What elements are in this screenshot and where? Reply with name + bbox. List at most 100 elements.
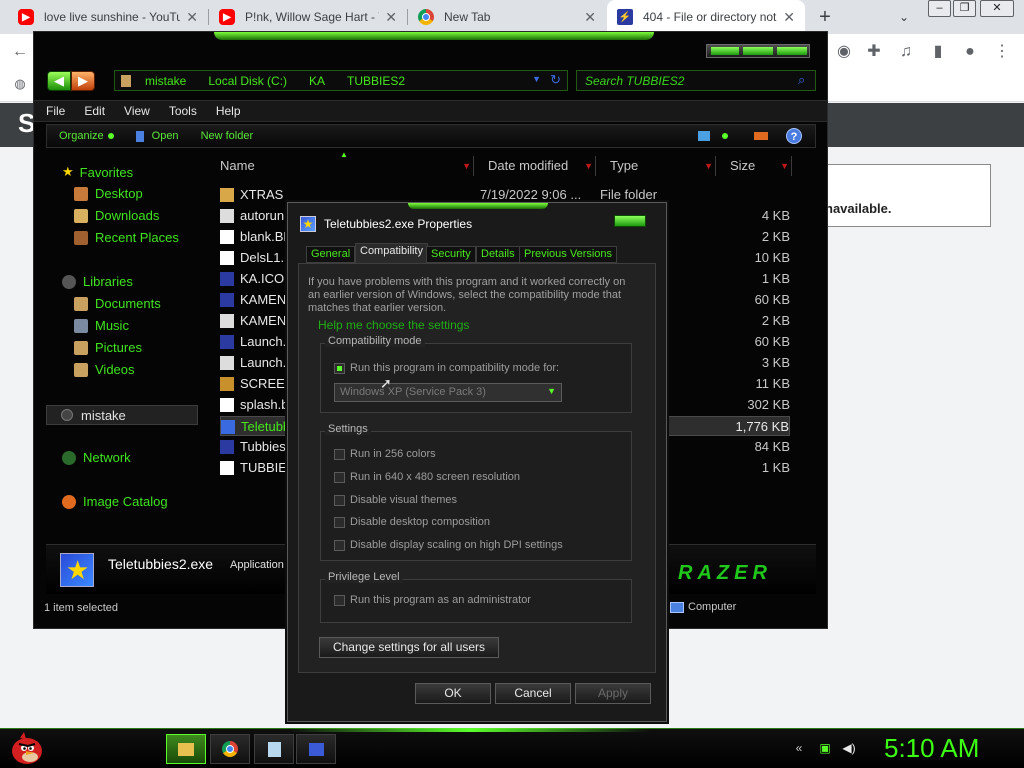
nav-downloads[interactable]: Downloads bbox=[74, 208, 159, 223]
cancel-button[interactable]: Cancel bbox=[495, 683, 571, 704]
column-date-modified[interactable]: Date modified ▼ bbox=[474, 156, 596, 176]
tab-compatibility[interactable]: Compatibility bbox=[355, 243, 428, 264]
tab-search-button[interactable]: ⌄ bbox=[892, 6, 916, 28]
nav-computer-mistake[interactable]: mistake bbox=[46, 405, 198, 425]
chrome-menu-icon[interactable]: ⋮ bbox=[990, 40, 1014, 64]
setting-disable-themes-checkbox[interactable]: Disable visual themes bbox=[334, 494, 457, 506]
tab-close-icon[interactable]: ✕ bbox=[584, 9, 596, 26]
nav-image-catalog[interactable]: Image Catalog bbox=[62, 494, 168, 509]
downloads-icon bbox=[74, 208, 88, 223]
address-bar[interactable]: mistake Local Disk (C:) KA TUBBIES2 ▼ ↻ bbox=[114, 70, 568, 91]
tab-close-icon[interactable]: ✕ bbox=[385, 9, 397, 26]
media-queue-icon[interactable]: ♫ bbox=[894, 40, 918, 64]
run-as-admin-checkbox[interactable]: Run this program as an administrator bbox=[334, 594, 531, 606]
menu-tools[interactable]: Tools bbox=[169, 104, 197, 118]
new-tab-button[interactable]: + bbox=[812, 4, 838, 30]
profile-avatar-icon[interactable]: ● bbox=[958, 40, 982, 64]
help-choose-settings-link[interactable]: Help me choose the settings bbox=[318, 318, 469, 332]
taskbar-chrome-button[interactable] bbox=[210, 734, 250, 764]
menu-view[interactable]: View bbox=[124, 104, 150, 118]
help-icon[interactable]: ? bbox=[786, 128, 802, 144]
search-input[interactable]: Search TUBBIES2 bbox=[576, 70, 816, 91]
tray-network-icon[interactable]: ▣ bbox=[818, 741, 832, 755]
tray-volume-icon[interactable]: ◀) bbox=[842, 741, 856, 755]
minimize-button[interactable]: – bbox=[928, 0, 951, 17]
column-dropdown-icon[interactable]: ▼ bbox=[584, 156, 593, 176]
dialog-close-button[interactable] bbox=[614, 215, 646, 227]
tab-security[interactable]: Security bbox=[426, 246, 476, 263]
puzzle-extensions-icon[interactable]: ✚ bbox=[862, 40, 886, 64]
menu-edit[interactable]: Edit bbox=[84, 104, 105, 118]
setting-disable-composition-checkbox[interactable]: Disable desktop composition bbox=[334, 516, 490, 528]
address-dropdown-icon[interactable]: ▼ bbox=[532, 74, 541, 84]
browser-tab-4-active[interactable]: ⚡ 404 - File or directory not found ✕ bbox=[607, 0, 805, 34]
tab-close-icon[interactable]: ✕ bbox=[783, 9, 795, 26]
close-window-button[interactable]: ✕ bbox=[980, 0, 1014, 17]
globe-icon[interactable]: ◍ bbox=[8, 72, 32, 96]
column-dropdown-icon[interactable]: ▼ bbox=[462, 156, 471, 176]
taskbar-app-button[interactable] bbox=[296, 734, 336, 764]
organize-button[interactable]: Organize bbox=[59, 130, 114, 142]
column-type[interactable]: Type ▼ bbox=[596, 156, 716, 176]
nav-desktop[interactable]: Desktop bbox=[74, 186, 143, 201]
tab-close-icon[interactable]: ✕ bbox=[186, 9, 198, 26]
breadcrumb-item[interactable]: KA bbox=[309, 74, 325, 88]
nav-documents[interactable]: Documents bbox=[74, 296, 161, 311]
back-button[interactable]: ◀ bbox=[47, 71, 71, 91]
new-folder-button[interactable]: New folder bbox=[201, 130, 254, 142]
column-dropdown-icon[interactable]: ▼ bbox=[704, 156, 713, 176]
tab-previous-versions[interactable]: Previous Versions bbox=[519, 246, 618, 263]
start-button-angry-bird-icon[interactable] bbox=[8, 730, 46, 766]
file-name: splash.b bbox=[240, 397, 289, 412]
checkbox-unchecked-icon bbox=[334, 494, 345, 506]
view-dropdown-icon[interactable] bbox=[722, 133, 728, 139]
taskbar-explorer-button[interactable] bbox=[166, 734, 206, 764]
setting-640x480-checkbox[interactable]: Run in 640 x 480 screen resolution bbox=[334, 471, 520, 483]
nav-recent-places[interactable]: Recent Places bbox=[74, 230, 179, 245]
setting-dpi-scaling-checkbox[interactable]: Disable display scaling on high DPI sett… bbox=[334, 539, 563, 551]
nav-libraries[interactable]: Libraries bbox=[62, 274, 133, 289]
browser-tab-2[interactable]: ▶ P!nk, Willow Sage Hart - YouTube ✕ bbox=[209, 0, 407, 34]
menu-help[interactable]: Help bbox=[216, 104, 241, 118]
forward-button[interactable]: ▶ bbox=[71, 71, 95, 91]
page-notice-text: navailable. bbox=[825, 201, 892, 216]
compat-mode-select[interactable]: Windows XP (Service Pack 3) ▼ bbox=[334, 383, 562, 402]
side-panel-icon[interactable]: ▮ bbox=[926, 40, 950, 64]
refresh-icon[interactable]: ↻ bbox=[550, 72, 561, 88]
taskbar-notepad-button[interactable] bbox=[254, 734, 294, 764]
checkbox-unchecked-icon bbox=[334, 516, 345, 528]
breadcrumb-item[interactable]: Local Disk (C:) bbox=[208, 74, 287, 88]
preview-pane-icon[interactable] bbox=[754, 132, 768, 140]
column-dropdown-icon[interactable]: ▼ bbox=[780, 156, 789, 176]
menu-file[interactable]: File bbox=[46, 104, 65, 118]
view-options-icon[interactable] bbox=[698, 131, 710, 141]
nav-network[interactable]: Network bbox=[62, 450, 131, 465]
taskbar-clock[interactable]: 5:10 AM bbox=[884, 733, 979, 764]
setting-256-colors-checkbox[interactable]: Run in 256 colors bbox=[334, 448, 436, 460]
apply-button[interactable]: Apply bbox=[575, 683, 651, 704]
breadcrumb-item[interactable]: TUBBIES2 bbox=[347, 74, 405, 88]
tray-chevron-icon[interactable]: « bbox=[792, 741, 806, 755]
extension-flag-icon[interactable]: ◉ bbox=[832, 40, 856, 64]
open-button[interactable]: Open bbox=[135, 130, 179, 142]
column-name[interactable]: Name ▼ bbox=[206, 156, 474, 176]
breadcrumb-item[interactable]: mistake bbox=[145, 74, 186, 88]
nav-music[interactable]: Music bbox=[74, 318, 129, 333]
search-icon[interactable]: ⌕ bbox=[798, 72, 805, 88]
tab-general[interactable]: General bbox=[306, 246, 356, 263]
change-settings-all-users-button[interactable]: Change settings for all users bbox=[319, 637, 499, 658]
teletubbies-app-icon bbox=[221, 420, 235, 434]
maximize-button[interactable]: ❐ bbox=[953, 0, 976, 17]
browser-tab-1[interactable]: ▶ love live sunshine - YouTube ✕ bbox=[8, 0, 208, 34]
back-arrow-icon[interactable]: ← bbox=[8, 40, 32, 64]
nav-pictures[interactable]: Pictures bbox=[74, 340, 142, 355]
window-caption-buttons[interactable] bbox=[706, 44, 810, 58]
compat-mode-checkbox[interactable]: Run this program in compatibility mode f… bbox=[334, 362, 559, 374]
nav-label: Recent Places bbox=[95, 230, 179, 245]
ok-button[interactable]: OK bbox=[415, 683, 491, 704]
tab-details[interactable]: Details bbox=[476, 246, 520, 263]
browser-tab-3[interactable]: New Tab ✕ bbox=[408, 0, 606, 34]
column-size[interactable]: Size ▼ bbox=[716, 156, 792, 176]
nav-videos[interactable]: Videos bbox=[74, 362, 135, 377]
nav-favorites[interactable]: ★ Favorites bbox=[62, 164, 133, 180]
